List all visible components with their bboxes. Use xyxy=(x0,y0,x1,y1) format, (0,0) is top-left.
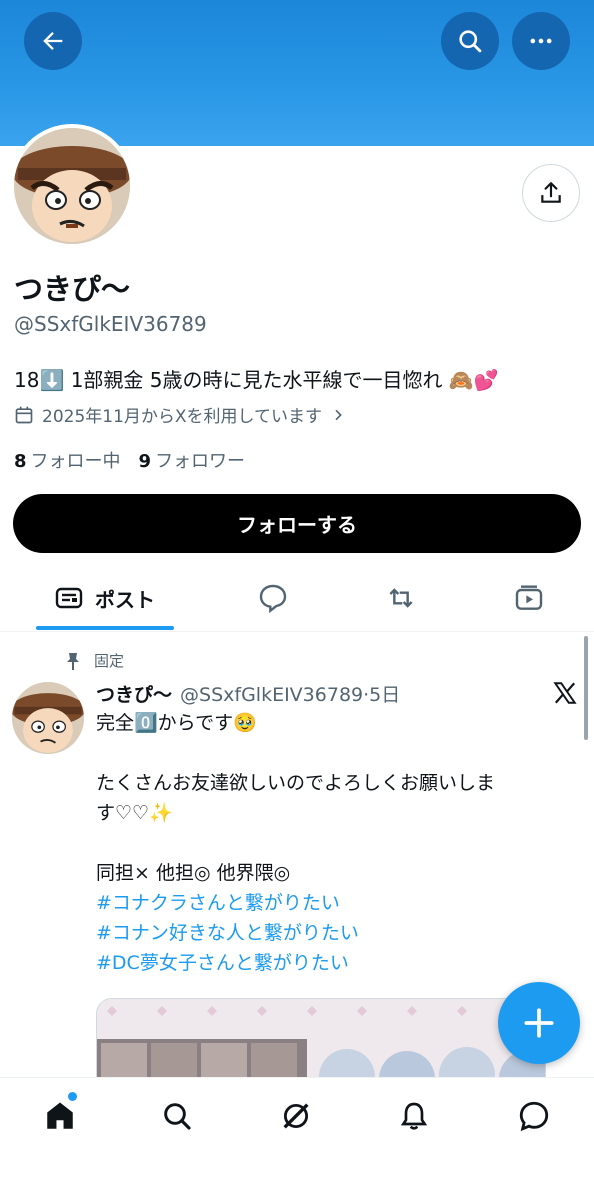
home-badge-dot xyxy=(68,1092,77,1101)
post-header: つきぴ〜 @SSxfGlkEIV36789·5日 xyxy=(96,680,400,707)
share-button[interactable] xyxy=(522,164,580,222)
tab-media[interactable] xyxy=(504,566,554,630)
post-line: 同担× 他担◎ 他界隈◎ xyxy=(96,862,291,884)
profile-banner xyxy=(0,0,594,146)
display-name: つきぴ〜 xyxy=(14,272,131,306)
message-icon xyxy=(519,1101,549,1132)
hashtag-link[interactable]: #コナン好きな人と繋がりたい xyxy=(96,918,576,948)
more-button[interactable] xyxy=(512,12,570,70)
profile-tabs: ポスト xyxy=(0,566,594,632)
tab-reposts[interactable] xyxy=(376,566,426,630)
follow-button[interactable]: フォローする xyxy=(13,494,581,553)
avatar-illustration xyxy=(14,128,130,244)
post-line: たくさんお友達欲しいのでよろしくお願いしま xyxy=(96,772,496,794)
share-icon xyxy=(541,182,561,203)
compose-button[interactable] xyxy=(498,982,580,1064)
bell-icon xyxy=(400,1102,428,1130)
x-logo-icon xyxy=(552,680,578,710)
search-button[interactable] xyxy=(441,12,499,70)
plus-icon xyxy=(524,1008,554,1038)
user-handle: @SSxfGlkEIV36789 xyxy=(14,312,207,336)
post-media-image xyxy=(97,999,545,1087)
profile-avatar[interactable] xyxy=(10,124,134,248)
nav-grok[interactable] xyxy=(274,1094,318,1138)
search-icon xyxy=(164,1103,191,1130)
media-icon xyxy=(515,585,543,610)
more-icon xyxy=(530,38,552,44)
bio-text: 18⬇️ 1部親金 5歳の時に見た水平線で一目惚れ xyxy=(14,368,443,392)
post-body: 完全0️⃣からです🥹 たくさんお友達欲しいのでよろしくお願いしま す♡♡✨ 同担… xyxy=(96,708,576,978)
nav-home[interactable] xyxy=(38,1094,82,1138)
hashtag-link[interactable]: #コナクラさんと繋がりたい xyxy=(96,888,576,918)
tab-posts-label: ポスト xyxy=(95,587,155,612)
posts-icon xyxy=(55,587,83,609)
nav-messages[interactable] xyxy=(512,1094,556,1138)
tab-replies[interactable] xyxy=(248,566,298,630)
followers-label: フォロワー xyxy=(155,451,246,472)
post-line: 完全0️⃣からです🥹 xyxy=(96,712,257,734)
following-count: 8 xyxy=(14,451,27,472)
joined-text: 2025年11月からXを利用しています xyxy=(42,407,323,427)
repost-icon xyxy=(389,588,413,608)
chevron-right-icon xyxy=(335,409,342,420)
followers-count: 9 xyxy=(138,451,152,472)
scrollbar[interactable] xyxy=(584,636,588,740)
post-author-name[interactable]: つきぴ〜 xyxy=(96,680,172,707)
active-tab-indicator xyxy=(36,626,174,630)
pinned-indicator: 固定 xyxy=(64,650,124,671)
post-avatar-illustration xyxy=(12,682,84,754)
post-avatar[interactable] xyxy=(12,682,84,754)
bottom-navigation xyxy=(0,1077,594,1200)
joined-date[interactable]: 2025年11月からXを利用しています xyxy=(14,402,346,427)
grok-icon xyxy=(283,1103,309,1129)
pin-icon xyxy=(67,652,79,670)
nav-search[interactable] xyxy=(155,1094,199,1138)
pinned-label: 固定 xyxy=(94,652,125,670)
following-label: フォロー中 xyxy=(30,451,121,472)
followers-link[interactable]: 9 フォロワー xyxy=(139,447,246,473)
back-arrow-icon xyxy=(43,32,63,50)
post-line: す♡♡✨ xyxy=(96,802,173,824)
bio-emojis: 🙈💕 xyxy=(448,368,499,392)
follow-stats: 8 フォロー中 9 フォロワー xyxy=(14,447,245,473)
back-button[interactable] xyxy=(24,12,82,70)
profile-bio: 18⬇️ 1部親金 5歳の時に見た水平線で一目惚れ 🙈💕 xyxy=(14,364,499,393)
following-link[interactable]: 8 フォロー中 xyxy=(14,447,121,473)
nav-notifications[interactable] xyxy=(392,1094,436,1138)
reply-icon xyxy=(259,584,287,614)
post-media[interactable] xyxy=(96,998,546,1088)
tab-posts[interactable]: ポスト xyxy=(36,566,174,630)
home-icon xyxy=(47,1102,73,1129)
calendar-icon xyxy=(15,406,33,423)
search-icon xyxy=(459,30,482,53)
hashtag-link[interactable]: #DC夢女子さんと繋がりたい xyxy=(96,948,576,978)
post-handle-time: @SSxfGlkEIV36789·5日 xyxy=(180,684,401,706)
